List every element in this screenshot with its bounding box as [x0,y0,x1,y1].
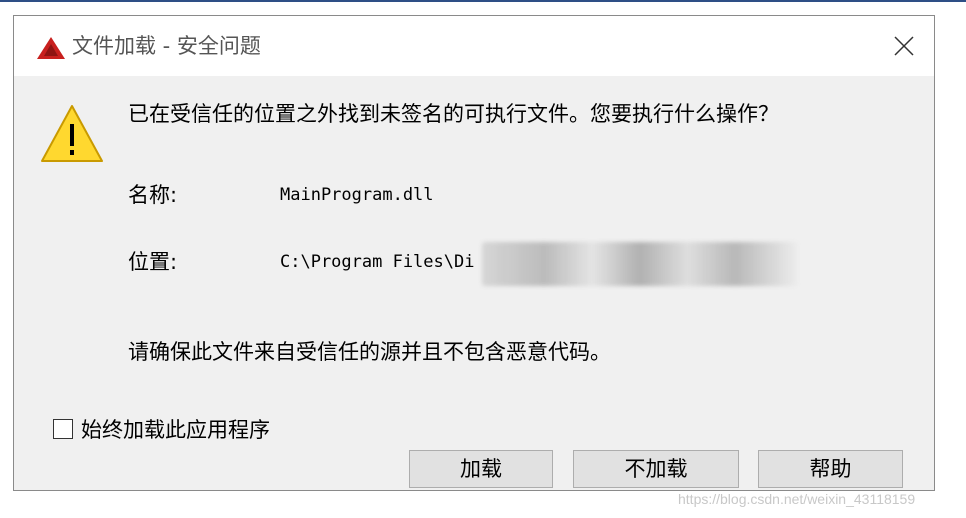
window-title: 文件加载 - 安全问题 [72,34,261,58]
always-load-checkbox[interactable] [53,419,73,439]
dont-load-button[interactable]: 不加载 [573,450,739,488]
security-dialog: 文件加载 - 安全问题 已在受信任的位置之外找到未签名的可执行文件。您要执行什么… [13,15,935,491]
help-button[interactable]: 帮助 [758,450,903,488]
load-button[interactable]: 加载 [409,450,553,488]
location-label: 位置: [128,250,178,274]
screen-top-edge [0,0,966,2]
autocad-logo-icon [37,37,65,59]
name-label: 名称: [128,183,178,207]
warning-message: 已在受信任的位置之外找到未签名的可执行文件。您要执行什么操作？ [128,102,779,126]
always-load-label[interactable]: 始终加载此应用程序 [81,416,270,444]
redacted-path [482,242,798,286]
title-bar: 文件加载 - 安全问题 [14,16,934,76]
name-value: MainProgram.dll [280,185,434,205]
trust-note: 请确保此文件来自受信任的源并且不包含恶意代码。 [128,340,611,364]
warning-icon [41,105,103,162]
location-value: C:\Program Files\Di [280,252,475,272]
close-icon[interactable] [888,30,920,62]
watermark-text: https://blog.csdn.net/weixin_43118159 [678,491,916,507]
